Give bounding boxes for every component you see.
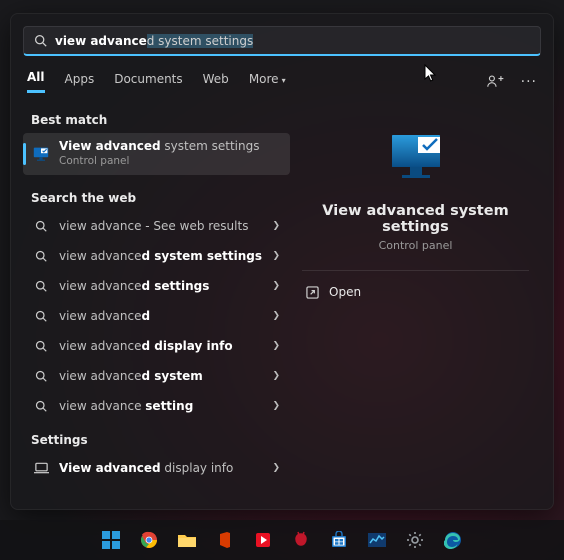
monitor-check-icon (33, 146, 49, 162)
laptop-icon (33, 462, 49, 474)
settings-icon[interactable] (401, 526, 429, 554)
web-result[interactable]: view advance setting❯ (23, 391, 290, 421)
preview-title: View advanced system settings (302, 203, 529, 235)
best-match-result[interactable]: View advanced system settings Control pa… (23, 133, 290, 175)
web-result[interactable]: view advanced display info❯ (23, 331, 290, 361)
search-input[interactable]: view advanced system settings (55, 34, 530, 48)
office-icon[interactable] (211, 526, 239, 554)
chevron-right-icon: ❯ (272, 401, 280, 411)
search-icon (33, 340, 49, 352)
chevron-right-icon: ❯ (272, 341, 280, 351)
open-icon (306, 286, 319, 299)
section-settings: Settings (23, 427, 290, 453)
settings-result[interactable]: View advanced display info❯ (23, 453, 290, 483)
chart-icon[interactable] (363, 526, 391, 554)
chevron-right-icon: ❯ (272, 281, 280, 291)
open-action[interactable]: Open (302, 277, 529, 307)
edge-icon[interactable] (439, 526, 467, 554)
search-icon (33, 370, 49, 382)
filter-tabs: All Apps Documents Web More▾ ··· (23, 56, 541, 93)
chevron-down-icon: ▾ (282, 76, 286, 85)
divider (302, 270, 529, 271)
demon-icon[interactable] (287, 526, 315, 554)
start-button[interactable] (97, 526, 125, 554)
taskbar (0, 520, 564, 560)
web-result[interactable]: view advanced system settings❯ (23, 241, 290, 271)
results-column: Best match View advanced system settings… (23, 101, 290, 511)
search-icon (33, 220, 49, 232)
section-search-web: Search the web (23, 185, 290, 211)
preview-pane: View advanced system settings Control pa… (290, 101, 541, 511)
search-icon (34, 34, 47, 47)
web-result[interactable]: view advanced❯ (23, 301, 290, 331)
typed-text: view advance (55, 34, 147, 48)
start-search-panel: view advanced system settings All Apps D… (10, 13, 554, 510)
search-icon (33, 400, 49, 412)
web-result[interactable]: view advanced settings❯ (23, 271, 290, 301)
chrome-icon[interactable] (135, 526, 163, 554)
autocomplete-text: d system settings (147, 34, 253, 48)
tab-more[interactable]: More▾ (249, 72, 286, 92)
search-box[interactable]: view advanced system settings (23, 26, 541, 56)
search-icon (33, 310, 49, 322)
more-icon[interactable]: ··· (521, 74, 537, 90)
chevron-right-icon: ❯ (272, 371, 280, 381)
chevron-right-icon: ❯ (272, 221, 280, 231)
account-icon[interactable] (487, 74, 505, 90)
store-icon[interactable] (325, 526, 353, 554)
media-icon[interactable] (249, 526, 277, 554)
monitor-check-icon (388, 131, 444, 181)
web-result[interactable]: view advance - See web results❯ (23, 211, 290, 241)
tab-web[interactable]: Web (203, 72, 229, 92)
search-icon (33, 280, 49, 292)
tab-documents[interactable]: Documents (114, 72, 182, 92)
tab-apps[interactable]: Apps (65, 72, 95, 92)
chevron-right-icon: ❯ (272, 311, 280, 321)
search-icon (33, 250, 49, 262)
section-best-match: Best match (23, 107, 290, 133)
web-result[interactable]: view advanced system❯ (23, 361, 290, 391)
chevron-right-icon: ❯ (272, 251, 280, 261)
preview-subtitle: Control panel (379, 239, 453, 252)
tab-all[interactable]: All (27, 70, 45, 93)
chevron-right-icon: ❯ (272, 463, 280, 473)
file-explorer-icon[interactable] (173, 526, 201, 554)
